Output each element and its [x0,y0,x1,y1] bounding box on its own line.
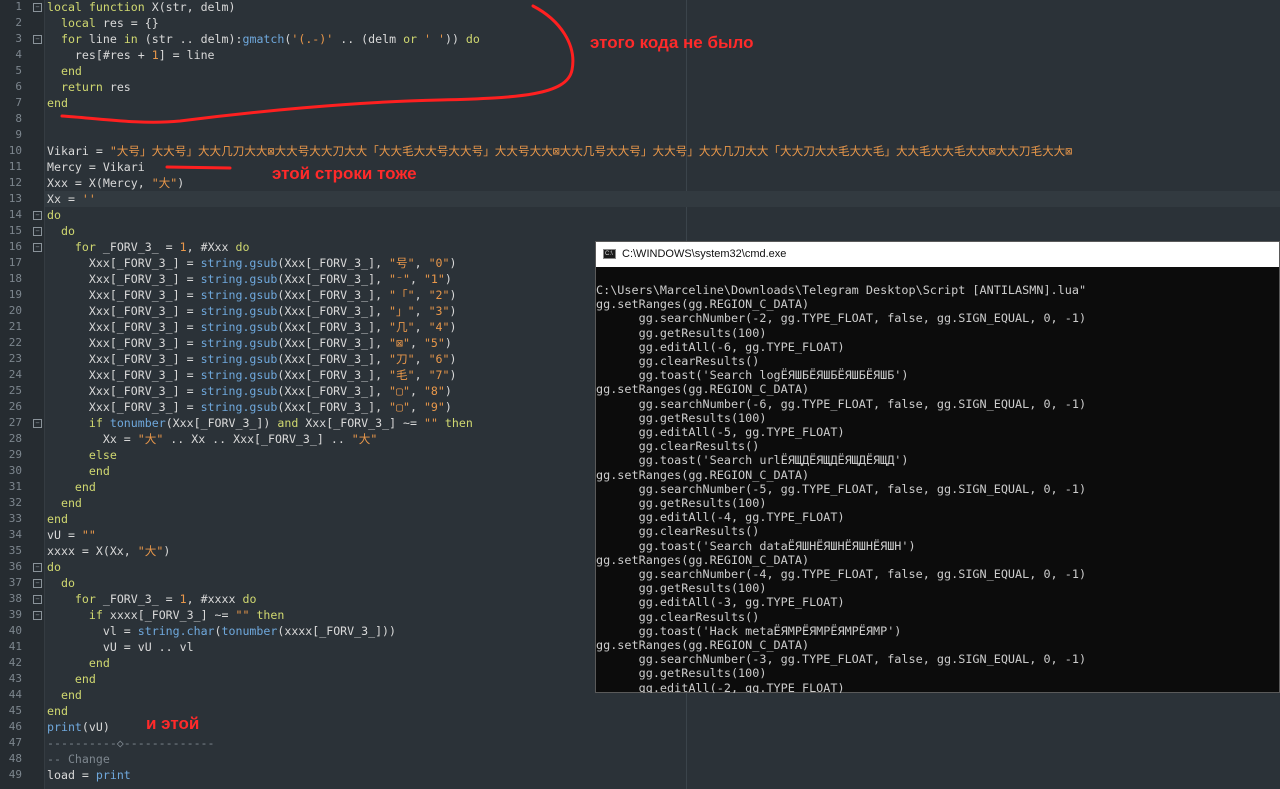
cmd-output-line: gg.clearResults() [596,609,760,624]
cmd-window[interactable]: C:\ C:\WINDOWS\system32\cmd.exe C:\Users… [595,241,1280,693]
cmd-output-line: gg.searchNumber(-3, gg.TYPE_FLOAT, false… [596,652,1087,667]
cmd-output-line: gg.getResults(100) [596,325,767,340]
cmd-title-bar[interactable]: C:\ C:\WINDOWS\system32\cmd.exe [596,242,1279,267]
cmd-output-line: gg.searchNumber(-4, gg.TYPE_FLOAT, false… [596,567,1087,582]
cmd-output-line: gg.searchNumber(-2, gg.TYPE_FLOAT, false… [596,311,1087,326]
cmd-output-line: C:\Users\Marceline\Downloads\Telegram De… [596,283,1087,297]
cmd-output-line: gg.setRanges(gg.REGION_C_DATA) [596,552,810,567]
cmd-output-line: gg.searchNumber(-5, gg.TYPE_FLOAT, false… [596,481,1087,496]
terminal-icon: C:\ [603,249,616,259]
annotation-code-missing: этого кода не было [590,33,754,52]
cmd-output-line: gg.setRanges(gg.REGION_C_DATA) [596,467,810,482]
cmd-output-line: gg.setRanges(gg.REGION_C_DATA) [596,638,810,653]
cmd-output-line: gg.setRanges(gg.REGION_C_DATA) [596,382,810,397]
cmd-output-line: gg.clearResults() [596,354,760,369]
cmd-output-line: gg.toast('Search logЁЯШБЁЯШБЁЯШБЁЯШБ') [596,368,909,383]
cmd-output-line: gg.editAll(-3, gg.TYPE_FLOAT) [596,595,845,610]
cmd-output-line: gg.getResults(100) [596,581,767,596]
cmd-output-line: gg.editAll(-5, gg.TYPE_FLOAT) [596,425,845,440]
cmd-output-line: gg.toast('Hack metaЁЯМРЁЯМРЁЯМРЁЯМР') [596,623,902,638]
cmd-output-line: gg.getResults(100) [596,410,767,425]
annotation-and-this: и этой [146,714,200,733]
cmd-output-line: gg.toast('Search dataЁЯШНЁЯШНЁЯШНЁЯШН') [596,538,916,553]
cmd-title: C:\WINDOWS\system32\cmd.exe [622,248,787,260]
cmd-output-line: gg.editAll(-4, gg.TYPE_FLOAT) [596,510,845,525]
cmd-output-line: gg.searchNumber(-6, gg.TYPE_FLOAT, false… [596,396,1087,411]
cmd-output-line: gg.getResults(100) [596,496,767,511]
red-underline-stroke [165,165,232,170]
cmd-output-line: gg.getResults(100) [596,666,767,681]
cmd-output-line: gg.toast('Search urlЁЯЩДЁЯЩДЁЯЩДЁЯЩД') [596,453,909,468]
red-loop-stroke [60,4,575,124]
cmd-output[interactable]: C:\Users\Marceline\Downloads\Telegram De… [596,267,1279,693]
cmd-output-line: gg.setRanges(gg.REGION_C_DATA) [596,297,810,312]
cmd-output-line: gg.editAll(-2, gg.TYPE_FLOAT) [596,680,845,693]
cmd-output-line: gg.clearResults() [596,439,760,454]
cmd-output-line: gg.editAll(-6, gg.TYPE_FLOAT) [596,339,845,354]
annotation-line-missing: этой строки тоже [272,164,417,183]
cmd-output-line: gg.clearResults() [596,524,760,539]
